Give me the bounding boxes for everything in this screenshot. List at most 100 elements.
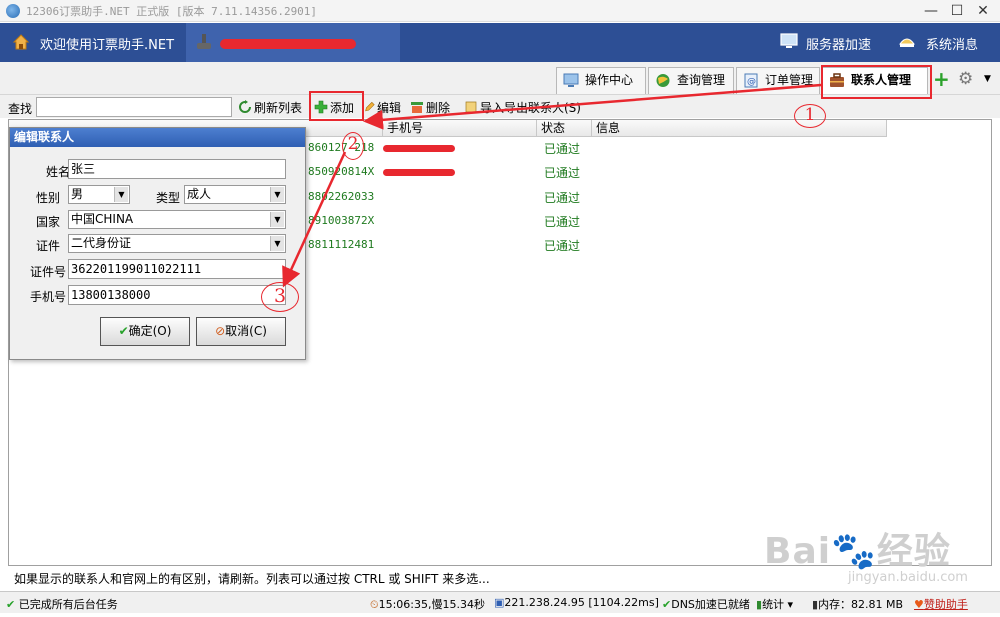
name-field[interactable]: 张三 — [68, 159, 286, 179]
briefcase-icon — [830, 73, 844, 87]
system-message-button[interactable]: 系统消息 — [926, 34, 978, 53]
svg-text:@: @ — [747, 77, 756, 87]
find-input[interactable] — [36, 97, 232, 117]
chevron-down-icon: ▼ — [270, 187, 284, 202]
ok-button[interactable]: ✔确定(O) — [100, 317, 190, 346]
name-label: 姓名 — [45, 165, 70, 179]
check-icon: ✔ — [662, 598, 672, 611]
import-icon — [465, 101, 477, 113]
paw-icon: 🐾 — [831, 531, 877, 572]
toolbar: 查找 刷新列表 添加 编辑 删除 导入导出联系人(S) — [0, 94, 1000, 118]
home-button[interactable]: 欢迎使用订票助手.NET — [0, 23, 186, 62]
phone-field[interactable]: 13800138000 — [68, 285, 286, 305]
status-cell: 已通过 — [544, 166, 581, 180]
title-bar: 12306订票助手.NET 正式版 [版本 7.11.14356.2901] —… — [0, 0, 1000, 22]
memory-status: ▮内存：82.81 MB — [812, 598, 904, 611]
status-cell: 已通过 — [544, 215, 581, 229]
document-label: 证件 — [35, 239, 60, 253]
chevron-down-icon: ▼ — [114, 187, 128, 202]
clock-icon: ⏲ — [370, 598, 379, 611]
delete-icon — [411, 102, 423, 113]
stats-button[interactable]: ▮统计 ▾ — [756, 596, 793, 612]
status-cell: 已通过 — [544, 191, 581, 205]
refresh-list-button[interactable]: 刷新列表 — [238, 99, 302, 116]
type-label: 类型 — [155, 191, 180, 205]
column-header-phone[interactable]: 手机号 — [383, 120, 537, 137]
pencil-icon — [365, 101, 375, 112]
type-select[interactable]: 成人 ▼ — [184, 185, 286, 204]
redacted-username — [220, 39, 356, 49]
id-number-cell: 891003872X — [308, 214, 375, 227]
tab-operation-center[interactable]: 操作中心 — [556, 67, 646, 94]
user-icon — [197, 34, 211, 49]
tabs-row: 操作中心 查询管理 @ 订单管理 联系人管理 + ⚙ ▼ — [0, 62, 1000, 94]
chevron-down-icon[interactable]: ▼ — [984, 74, 991, 84]
dns-status: ✔DNS加速已就绪 — [662, 598, 750, 611]
status-bar: ✔ 已完成所有后台任务 ⏲15:06:35,慢15.34秒 ▣221.238.2… — [0, 591, 1000, 613]
chevron-down-icon: ▼ — [270, 236, 284, 251]
column-header-info[interactable]: 信息 — [592, 120, 887, 137]
watermark-brand: Bai — [764, 531, 832, 572]
app-icon — [6, 4, 20, 18]
id-number-cell: 860127 218 — [308, 141, 375, 154]
edit-button[interactable]: 编辑 — [364, 99, 401, 116]
heart-icon: ♥ — [914, 598, 924, 611]
monitor-icon — [563, 73, 579, 87]
watermark-url: jingyan.baidu.com — [848, 570, 968, 585]
column-header-status[interactable]: 状态 — [537, 120, 592, 137]
document-select[interactable]: 二代身份证 ▼ — [68, 234, 286, 253]
gender-label: 性别 — [35, 191, 60, 205]
globe-icon — [656, 74, 670, 87]
order-icon: @ — [744, 73, 758, 88]
import-export-button[interactable]: 导入导出联系人(S) — [464, 99, 596, 116]
id-number-cell: 8802262033 — [308, 190, 375, 203]
redacted-phone — [383, 145, 455, 152]
find-label: 查找 — [8, 102, 33, 116]
status-cell: 已通过 — [544, 142, 581, 156]
gear-icon[interactable]: ⚙ — [958, 71, 973, 88]
tab-order-management[interactable]: @ 订单管理 — [736, 67, 820, 94]
watermark-brand-cn: 经验 — [876, 531, 951, 572]
id-number-cell: 8811112481 — [308, 238, 375, 251]
id-number-cell: 850920814X — [308, 165, 375, 178]
delete-button[interactable]: 删除 — [410, 99, 450, 116]
baidu-watermark: Bai🐾经验 jingyan.baidu.com — [764, 522, 994, 590]
monitor-icon — [780, 33, 798, 48]
gender-select[interactable]: 男 ▼ — [68, 185, 130, 204]
ip-status: ▣221.238.24.95 [1104.22ms] — [494, 596, 659, 609]
window-title: 12306订票助手.NET 正式版 [版本 7.11.14356.2901] — [26, 5, 318, 18]
add-button[interactable]: 添加 — [314, 99, 354, 116]
edit-contact-dialog: 编辑联系人 姓名 张三 性别 男 ▼ 类型 成人 ▼ 国家 中国CHINA ▼ 证件 … — [9, 127, 306, 360]
check-icon: ✔ — [6, 598, 16, 611]
maximize-button[interactable]: ☐ — [946, 2, 968, 20]
add-tab-icon[interactable]: + — [933, 69, 950, 89]
country-select[interactable]: 中国CHINA ▼ — [68, 210, 286, 229]
redacted-phone — [383, 169, 455, 176]
plus-icon — [314, 100, 328, 114]
chevron-down-icon: ▼ — [270, 212, 284, 227]
check-icon: ✔ — [118, 324, 129, 338]
time-status: ⏲15:06:35,慢15.34秒 — [370, 598, 485, 611]
phone-label: 手机号 — [29, 290, 66, 304]
message-icon — [899, 38, 915, 47]
sponsor-link[interactable]: ♥赞助助手 — [914, 596, 968, 612]
document-number-field[interactable]: 362201199011022111 — [68, 259, 286, 279]
home-icon — [12, 34, 30, 50]
country-label: 国家 — [35, 215, 60, 229]
cancel-button[interactable]: ⊘取消(C) — [196, 317, 286, 346]
close-button[interactable]: ✕ — [972, 2, 994, 20]
welcome-text: 欢迎使用订票助手.NET — [40, 38, 175, 53]
server-speed-button[interactable]: 服务器加速 — [806, 34, 871, 53]
tasks-status: ✔ 已完成所有后台任务 — [6, 598, 118, 611]
header-bar: 欢迎使用订票助手.NET 服务器加速 系统消息 — [0, 23, 1000, 62]
tab-contact-management[interactable]: 联系人管理 — [822, 67, 928, 94]
refresh-icon — [239, 100, 251, 113]
info-text: 如果显示的联系人和官网上的有区别，请刷新。列表可以通过按 CTRL 或 SHIF… — [14, 572, 490, 586]
monitor-icon: ▣ — [494, 596, 505, 609]
tab-query-management[interactable]: 查询管理 — [648, 67, 734, 94]
dialog-title: 编辑联系人 — [10, 128, 305, 147]
minimize-button[interactable]: — — [920, 2, 942, 20]
cancel-icon: ⊘ — [215, 324, 226, 338]
status-cell: 已通过 — [544, 239, 581, 253]
document-number-label: 证件号 — [29, 265, 66, 279]
